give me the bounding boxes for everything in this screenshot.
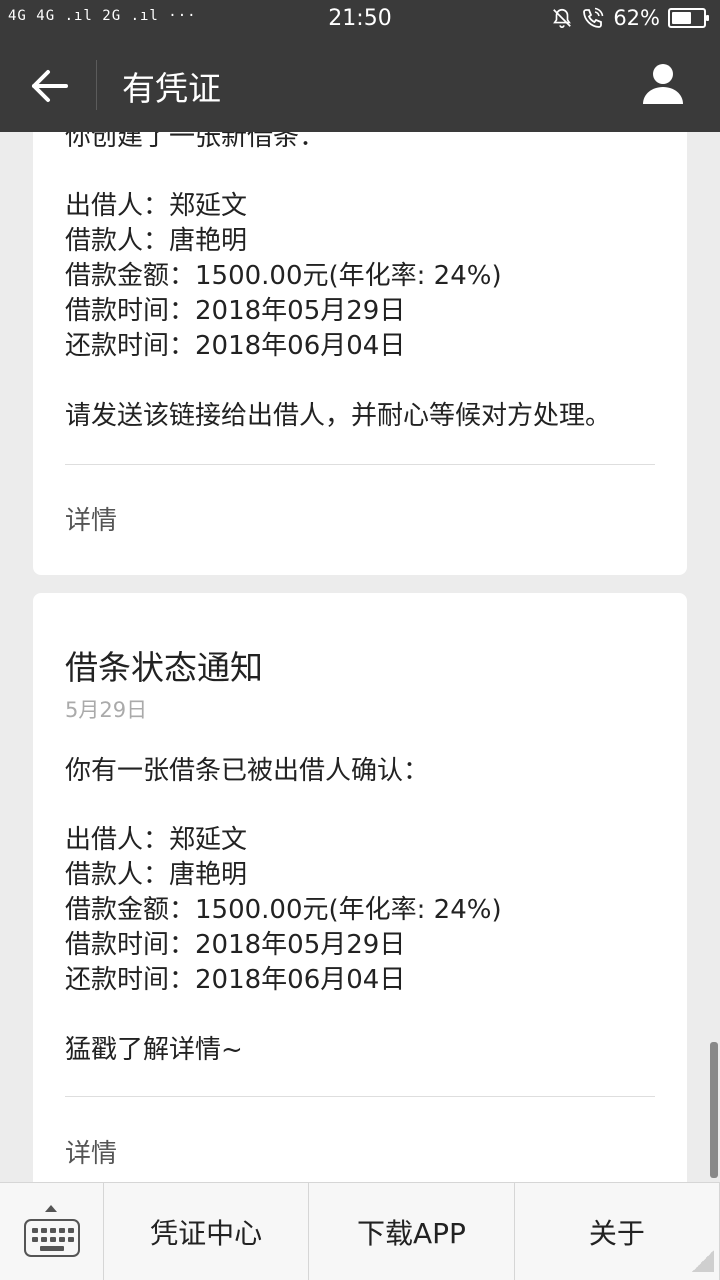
lender-line: 出借人：郑延文	[65, 825, 248, 855]
borrower-line: 借款人：唐艳明	[65, 860, 248, 890]
repay-date-line: 还款时间：2018年06月04日	[65, 331, 406, 361]
amount-line: 借款金额：1500.00元(年化率: 24%)	[65, 261, 502, 291]
battery-percent: 62%	[613, 6, 660, 30]
card-intro: 你创建了一张新借条：	[65, 132, 326, 152]
card-date: 5月29日	[65, 698, 148, 722]
lender-line: 出借人：郑延文	[65, 191, 248, 221]
card-heading: 借条状态通知	[65, 648, 263, 687]
back-arrow-icon[interactable]	[28, 64, 72, 108]
message-card-new-iou: 你创建了一张新借条： 出借人：郑延文 借款人：唐艳明 借款金额：1500.00元…	[33, 132, 687, 575]
app-bar-divider	[96, 60, 97, 110]
keyboard-toggle-button[interactable]	[0, 1183, 104, 1280]
bottom-nav: 凭证中心 下载APP 关于	[0, 1182, 720, 1280]
send-link-note: 请发送该链接给出借人，并耐心等候对方处理。	[65, 401, 612, 431]
bell-off-icon	[553, 8, 572, 28]
card-divider	[65, 464, 655, 465]
loan-date-line: 借款时间：2018年05月29日	[65, 296, 406, 326]
details-link[interactable]: 详情	[65, 500, 117, 537]
nav-about[interactable]: 关于	[515, 1183, 720, 1280]
amount-line: 借款金额：1500.00元(年化率: 24%)	[65, 895, 502, 925]
borrower-line: 借款人：唐艳明	[65, 226, 248, 256]
message-list[interactable]: 你创建了一张新借条： 出借人：郑延文 借款人：唐艳明 借款金额：1500.00元…	[0, 132, 720, 1182]
nav-download-app[interactable]: 下载APP	[309, 1183, 515, 1280]
loan-date-line: 借款时间：2018年05月29日	[65, 930, 406, 960]
wifi-call-icon	[583, 7, 604, 28]
card-intro: 你有一张借条已被出借人确认：	[65, 756, 430, 786]
repay-date-line: 还款时间：2018年06月04日	[65, 965, 406, 995]
message-card-status: 借条状态通知 5月29日 你有一张借条已被出借人确认： 出借人：郑延文 借款人：…	[33, 593, 687, 1182]
details-link[interactable]: 详情	[65, 1133, 117, 1170]
status-right: 62%	[551, 6, 709, 30]
battery-icon	[668, 8, 709, 28]
page-title: 有凭证	[122, 69, 221, 108]
learn-more-link[interactable]: 猛戳了解详情~	[65, 1029, 243, 1066]
chevron-up-icon	[45, 1205, 57, 1212]
keyboard-icon	[24, 1219, 80, 1257]
scrollbar-thumb[interactable]	[710, 1042, 718, 1178]
user-icon[interactable]	[640, 60, 686, 106]
battery-fill	[672, 12, 691, 24]
status-bar: 4G 4G .ıl 2G .ıl ··· 21:50 62%	[0, 0, 720, 38]
menu-corner-indicator	[692, 1250, 714, 1272]
card-divider	[65, 1096, 655, 1097]
app-bar: 有凭证	[0, 38, 720, 132]
nav-voucher-center[interactable]: 凭证中心	[104, 1183, 310, 1280]
